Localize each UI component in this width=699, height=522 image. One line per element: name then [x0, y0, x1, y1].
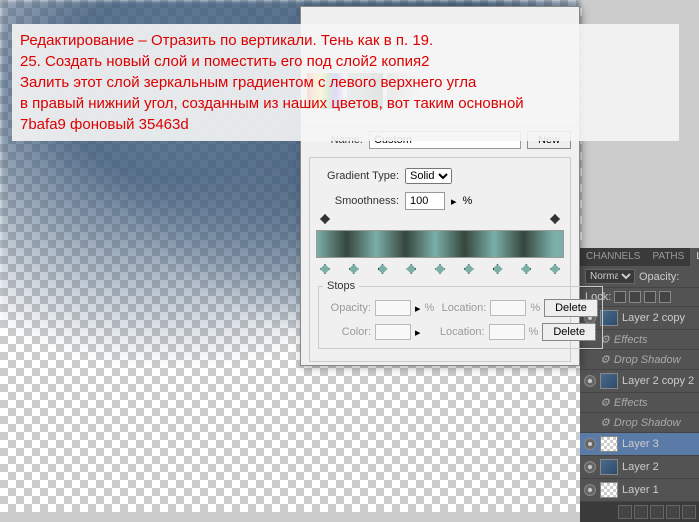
effect-icon: ⚙	[600, 396, 610, 409]
lock-all-icon[interactable]	[659, 291, 671, 303]
layer-name: Layer 2 copy 2	[622, 375, 694, 387]
delete-button[interactable]: Delete	[542, 323, 596, 341]
lock-pixels-icon[interactable]	[629, 291, 641, 303]
effect-icon: ⚙	[600, 353, 610, 366]
overlay-line: Залить этот слой зеркальным градиентом с…	[20, 72, 671, 93]
tab-channels[interactable]: CHANNELS	[580, 248, 646, 266]
fx-icon[interactable]	[634, 505, 648, 519]
layer-name: Layer 3	[622, 438, 659, 450]
opacity-stop-markers[interactable]	[316, 214, 564, 224]
group-icon[interactable]	[682, 505, 696, 519]
smoothness-dropdown-icon[interactable]: ▸	[451, 195, 457, 208]
visibility-icon[interactable]	[584, 484, 596, 496]
delete-button[interactable]: Delete	[544, 299, 598, 317]
layer-thumb	[600, 436, 618, 452]
smoothness-unit: %	[463, 195, 473, 207]
effect-name: Effects	[614, 334, 648, 346]
smoothness-label: Smoothness:	[324, 195, 399, 207]
layer-thumb	[600, 373, 618, 389]
gradient-type-select[interactable]: Solid	[405, 168, 452, 184]
dropdown-icon[interactable]: ▸	[415, 326, 421, 339]
lock-transparency-icon[interactable]	[614, 291, 626, 303]
panel-footer	[580, 502, 699, 522]
layer-thumb	[600, 459, 618, 475]
location-label: Location:	[438, 302, 486, 314]
gradient-type-label: Gradient Type:	[324, 170, 399, 182]
pct-label: %	[529, 326, 539, 338]
tab-layers[interactable]: LAYERS	[690, 248, 699, 266]
color-label: Color:	[323, 326, 371, 338]
opacity-label: Opacity:	[639, 271, 679, 283]
layer-name: Layer 2	[622, 461, 659, 473]
mask-icon[interactable]	[650, 505, 664, 519]
location-label: Location:	[437, 326, 485, 338]
gradient-preview-bar[interactable]	[316, 230, 564, 258]
effect-icon: ⚙	[600, 416, 610, 429]
layer-name: Layer 2 copy	[622, 312, 685, 324]
pct-label: %	[425, 302, 435, 314]
overlay-line: в правый нижний угол, созданным из наших…	[20, 93, 671, 114]
location-input[interactable]	[490, 300, 526, 316]
overlay-line: 7bafa9 фоновый 35463d	[20, 114, 671, 135]
link-icon[interactable]	[618, 505, 632, 519]
opacity-label: Opacity:	[323, 302, 371, 314]
visibility-icon[interactable]	[584, 375, 596, 387]
effect-name: Effects	[614, 397, 648, 409]
color-input[interactable]	[375, 324, 411, 340]
layer-thumb	[600, 482, 618, 498]
lock-position-icon[interactable]	[644, 291, 656, 303]
layer-item[interactable]: Layer 2	[580, 456, 699, 479]
visibility-icon[interactable]	[584, 461, 596, 473]
dropdown-icon[interactable]: ▸	[415, 302, 421, 315]
visibility-icon[interactable]	[584, 438, 596, 450]
effect-name: Drop Shadow	[614, 417, 681, 429]
overlay-line: Редактирование – Отразить по вертикали. …	[20, 30, 671, 51]
smoothness-input[interactable]	[405, 192, 445, 210]
pct-label: %	[530, 302, 540, 314]
layer-item[interactable]: Layer 1	[580, 479, 699, 502]
layer-item[interactable]: Layer 3	[580, 433, 699, 456]
location-input[interactable]	[489, 324, 525, 340]
opacity-input[interactable]	[375, 300, 411, 316]
layer-effect-item[interactable]: ⚙ Effects	[580, 393, 699, 413]
overlay-line: 25. Создать новый слой и поместить его п…	[20, 51, 671, 72]
layer-effect-item[interactable]: ⚙ Drop Shadow	[580, 413, 699, 433]
effect-name: Drop Shadow	[614, 354, 681, 366]
adjustment-icon[interactable]	[666, 505, 680, 519]
layer-item[interactable]: Layer 2 copy 2	[580, 370, 699, 393]
tab-paths[interactable]: PATHS	[646, 248, 690, 266]
layer-name: Layer 1	[622, 484, 659, 496]
stops-legend: Stops	[323, 280, 359, 292]
layer-effect-item[interactable]: ⚙ Drop Shadow	[580, 350, 699, 370]
instruction-overlay: Редактирование – Отразить по вертикали. …	[12, 24, 679, 141]
color-stop-markers[interactable]	[316, 264, 564, 274]
